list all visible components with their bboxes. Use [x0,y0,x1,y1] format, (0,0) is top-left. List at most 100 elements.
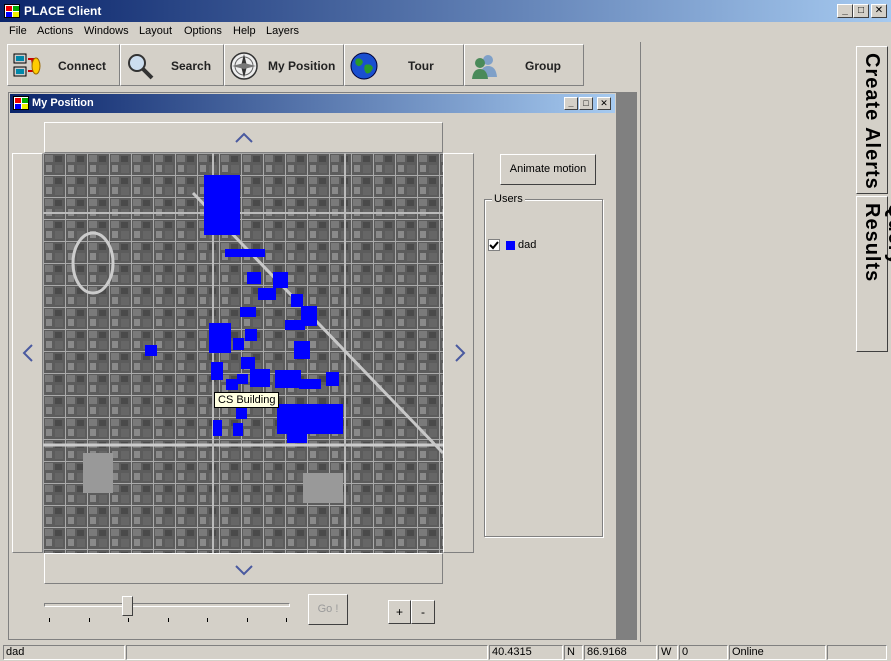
building-marker[interactable] [250,369,270,387]
window-scrollbar[interactable] [617,92,637,640]
chevron-up-icon [235,132,253,143]
tab-create-alerts[interactable]: Create Alerts [856,46,888,194]
chevron-right-icon [455,344,466,362]
status-user: dad [3,645,125,660]
building-marker[interactable] [233,338,244,350]
my-position-label: My Position [268,59,336,73]
app-title-bar: PLACE Client _ □ ✕ [0,0,891,22]
building-marker[interactable] [236,407,247,419]
slider-tick [128,618,129,622]
building-tooltip: CS Building [214,392,280,408]
building-marker[interactable] [237,374,248,384]
building-marker[interactable] [225,249,265,257]
child-maximize-button[interactable]: □ [579,97,593,110]
maximize-button[interactable]: □ [853,4,869,18]
compass-icon [230,52,258,80]
aerial-map[interactable] [43,153,443,553]
building-marker[interactable] [233,423,243,436]
status-bar: dad 40.4315 N 86.9168 W 0 Online [0,644,891,661]
menu-layout[interactable]: Layout [139,25,172,37]
search-label: Search [171,59,212,73]
connect-button[interactable]: Connect [7,44,120,86]
close-button[interactable]: ✕ [871,4,887,18]
building-marker[interactable] [209,323,231,353]
users-icon [472,55,497,79]
menu-layers[interactable]: Layers [266,25,299,37]
app-title: PLACE Client [24,4,102,18]
menu-options[interactable]: Options [184,25,222,37]
slider-tick [286,618,287,622]
building-marker[interactable] [294,341,310,359]
child-close-button[interactable]: ✕ [597,97,611,110]
aerial-photo-image [43,153,443,553]
globe-icon [350,52,378,80]
pan-down-button[interactable] [44,553,443,584]
child-minimize-button[interactable]: _ [564,97,578,110]
status-message [126,645,488,660]
building-marker[interactable] [275,370,301,388]
go-button[interactable]: Go ! [308,594,348,625]
menu-help[interactable]: Help [233,25,256,37]
building-marker[interactable] [241,357,255,369]
magnifier-icon [128,54,154,80]
chevron-down-icon [235,565,253,576]
building-marker[interactable] [277,404,343,434]
connect-label: Connect [58,59,106,73]
building-marker[interactable] [204,175,240,235]
slider-tick [247,618,248,622]
group-label: Group [525,59,561,73]
zoom-in-button[interactable]: + [388,600,411,624]
search-button[interactable]: Search [120,44,224,86]
my-position-button[interactable]: My Position [224,44,344,86]
time-slider-thumb[interactable] [122,596,133,616]
building-marker[interactable] [258,288,276,300]
menu-actions[interactable]: Actions [37,25,73,37]
connect-icon [13,53,41,77]
slider-tick [207,618,208,622]
tab-query-results[interactable]: Query Results [856,196,891,352]
zoom-out-button[interactable]: - [411,600,435,624]
time-slider-track[interactable] [44,603,290,607]
building-marker[interactable] [211,362,223,380]
pan-up-button[interactable] [44,122,443,153]
checkmark-icon [489,241,499,250]
status-longitude: 86.9168 [584,645,657,660]
menu-bar: File Actions Windows Layout Options Help… [0,22,636,42]
menu-windows[interactable]: Windows [84,25,129,37]
status-count: 0 [679,645,728,660]
users-group: Users dad [484,193,603,537]
status-lat-dir: N [564,645,583,660]
building-marker[interactable] [213,420,222,436]
building-marker[interactable] [245,329,257,341]
animate-motion-button[interactable]: Animate motion [500,154,596,185]
slider-tick [89,618,90,622]
status-connection: Online [729,645,826,660]
app-icon [4,4,20,18]
building-marker[interactable] [240,307,256,317]
pan-left-button[interactable] [12,153,43,553]
building-marker[interactable] [299,379,321,389]
user-color-swatch [506,241,515,250]
user-checkbox[interactable] [488,239,500,251]
tour-label: Tour [408,59,434,73]
building-marker[interactable] [226,379,238,390]
pan-right-button[interactable] [443,153,474,553]
building-marker[interactable] [273,272,288,288]
tour-button[interactable]: Tour [344,44,464,86]
chevron-left-icon [22,344,33,362]
menu-file[interactable]: File [9,25,27,37]
group-button[interactable]: Group [464,44,584,86]
building-marker[interactable] [326,372,339,386]
building-marker[interactable] [285,320,305,330]
right-dock-panel [640,42,856,642]
slider-tick [49,618,50,622]
slider-tick [168,618,169,622]
building-marker[interactable] [287,431,307,443]
child-title: My Position [32,97,94,109]
status-lon-dir: W [658,645,678,660]
minimize-button[interactable]: _ [837,4,853,18]
status-latitude: 40.4315 [489,645,563,660]
building-marker[interactable] [145,345,157,356]
building-marker[interactable] [247,272,261,284]
child-window-icon [13,96,29,110]
